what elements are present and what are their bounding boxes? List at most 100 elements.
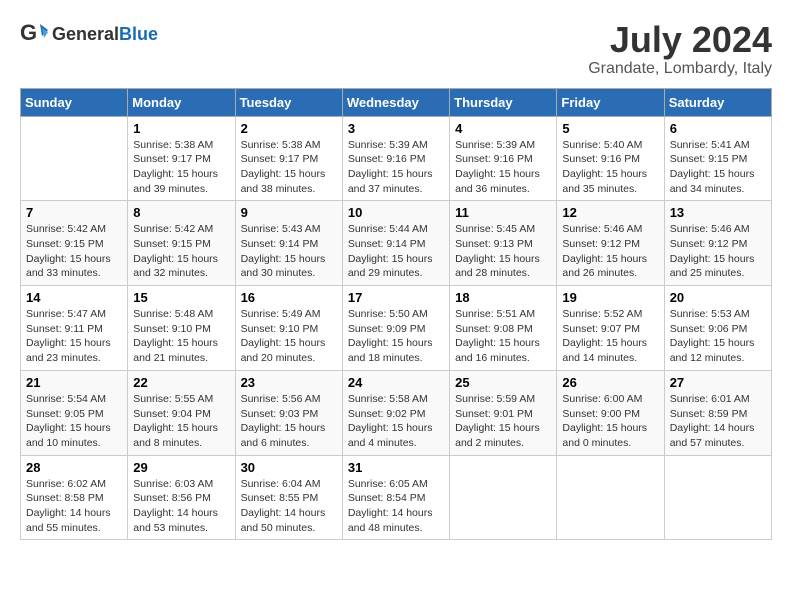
day-info: Sunrise: 5:58 AMSunset: 9:02 PMDaylight:… [348, 393, 433, 449]
calendar-header-row: SundayMondayTuesdayWednesdayThursdayFrid… [21, 88, 772, 116]
calendar-cell: 22 Sunrise: 5:55 AMSunset: 9:04 PMDaylig… [128, 370, 235, 455]
calendar-cell: 15 Sunrise: 5:48 AMSunset: 9:10 PMDaylig… [128, 286, 235, 371]
day-number: 4 [455, 121, 551, 136]
logo-icon: G [20, 20, 48, 48]
header-wednesday: Wednesday [342, 88, 449, 116]
day-number: 1 [133, 121, 229, 136]
calendar-cell: 5 Sunrise: 5:40 AMSunset: 9:16 PMDayligh… [557, 116, 664, 201]
calendar-cell: 19 Sunrise: 5:52 AMSunset: 9:07 PMDaylig… [557, 286, 664, 371]
logo-blue: Blue [119, 24, 158, 44]
day-info: Sunrise: 5:42 AMSunset: 9:15 PMDaylight:… [133, 223, 218, 279]
day-info: Sunrise: 6:02 AMSunset: 8:58 PMDaylight:… [26, 478, 111, 534]
day-number: 6 [670, 121, 766, 136]
calendar-cell [557, 455, 664, 540]
day-number: 16 [241, 290, 337, 305]
header-tuesday: Tuesday [235, 88, 342, 116]
calendar-cell: 24 Sunrise: 5:58 AMSunset: 9:02 PMDaylig… [342, 370, 449, 455]
day-info: Sunrise: 5:52 AMSunset: 9:07 PMDaylight:… [562, 308, 647, 364]
day-number: 9 [241, 205, 337, 220]
calendar-cell [450, 455, 557, 540]
calendar-cell: 28 Sunrise: 6:02 AMSunset: 8:58 PMDaylig… [21, 455, 128, 540]
svg-text:G: G [20, 20, 37, 45]
day-number: 18 [455, 290, 551, 305]
day-number: 20 [670, 290, 766, 305]
header-friday: Friday [557, 88, 664, 116]
calendar-cell: 4 Sunrise: 5:39 AMSunset: 9:16 PMDayligh… [450, 116, 557, 201]
day-info: Sunrise: 5:39 AMSunset: 9:16 PMDaylight:… [348, 139, 433, 195]
day-number: 24 [348, 375, 444, 390]
location-title: Grandate, Lombardy, Italy [588, 60, 772, 78]
day-info: Sunrise: 5:38 AMSunset: 9:17 PMDaylight:… [241, 139, 326, 195]
day-number: 25 [455, 375, 551, 390]
day-info: Sunrise: 5:55 AMSunset: 9:04 PMDaylight:… [133, 393, 218, 449]
calendar-week-4: 21 Sunrise: 5:54 AMSunset: 9:05 PMDaylig… [21, 370, 772, 455]
day-info: Sunrise: 5:44 AMSunset: 9:14 PMDaylight:… [348, 223, 433, 279]
day-number: 22 [133, 375, 229, 390]
calendar-cell: 23 Sunrise: 5:56 AMSunset: 9:03 PMDaylig… [235, 370, 342, 455]
calendar-cell: 12 Sunrise: 5:46 AMSunset: 9:12 PMDaylig… [557, 201, 664, 286]
calendar-cell: 14 Sunrise: 5:47 AMSunset: 9:11 PMDaylig… [21, 286, 128, 371]
day-info: Sunrise: 6:05 AMSunset: 8:54 PMDaylight:… [348, 478, 433, 534]
day-info: Sunrise: 5:39 AMSunset: 9:16 PMDaylight:… [455, 139, 540, 195]
day-info: Sunrise: 5:48 AMSunset: 9:10 PMDaylight:… [133, 308, 218, 364]
calendar-cell: 30 Sunrise: 6:04 AMSunset: 8:55 PMDaylig… [235, 455, 342, 540]
calendar-cell: 26 Sunrise: 6:00 AMSunset: 9:00 PMDaylig… [557, 370, 664, 455]
calendar-week-2: 7 Sunrise: 5:42 AMSunset: 9:15 PMDayligh… [21, 201, 772, 286]
day-number: 5 [562, 121, 658, 136]
calendar-cell [21, 116, 128, 201]
header-thursday: Thursday [450, 88, 557, 116]
calendar-cell: 9 Sunrise: 5:43 AMSunset: 9:14 PMDayligh… [235, 201, 342, 286]
calendar-cell: 11 Sunrise: 5:45 AMSunset: 9:13 PMDaylig… [450, 201, 557, 286]
day-info: Sunrise: 6:04 AMSunset: 8:55 PMDaylight:… [241, 478, 326, 534]
month-title: July 2024 [588, 20, 772, 60]
calendar-cell: 1 Sunrise: 5:38 AMSunset: 9:17 PMDayligh… [128, 116, 235, 201]
calendar-cell: 29 Sunrise: 6:03 AMSunset: 8:56 PMDaylig… [128, 455, 235, 540]
day-info: Sunrise: 5:38 AMSunset: 9:17 PMDaylight:… [133, 139, 218, 195]
logo: G GeneralBlue [20, 20, 158, 48]
header-monday: Monday [128, 88, 235, 116]
calendar-week-3: 14 Sunrise: 5:47 AMSunset: 9:11 PMDaylig… [21, 286, 772, 371]
calendar-cell: 3 Sunrise: 5:39 AMSunset: 9:16 PMDayligh… [342, 116, 449, 201]
day-number: 27 [670, 375, 766, 390]
day-info: Sunrise: 5:40 AMSunset: 9:16 PMDaylight:… [562, 139, 647, 195]
calendar-week-5: 28 Sunrise: 6:02 AMSunset: 8:58 PMDaylig… [21, 455, 772, 540]
calendar-table: SundayMondayTuesdayWednesdayThursdayFrid… [20, 88, 772, 541]
day-number: 23 [241, 375, 337, 390]
day-info: Sunrise: 5:50 AMSunset: 9:09 PMDaylight:… [348, 308, 433, 364]
calendar-cell: 31 Sunrise: 6:05 AMSunset: 8:54 PMDaylig… [342, 455, 449, 540]
calendar-cell: 6 Sunrise: 5:41 AMSunset: 9:15 PMDayligh… [664, 116, 771, 201]
day-number: 19 [562, 290, 658, 305]
day-number: 3 [348, 121, 444, 136]
day-info: Sunrise: 5:51 AMSunset: 9:08 PMDaylight:… [455, 308, 540, 364]
day-number: 8 [133, 205, 229, 220]
day-info: Sunrise: 5:42 AMSunset: 9:15 PMDaylight:… [26, 223, 111, 279]
day-info: Sunrise: 5:56 AMSunset: 9:03 PMDaylight:… [241, 393, 326, 449]
day-number: 29 [133, 460, 229, 475]
day-number: 21 [26, 375, 122, 390]
day-number: 26 [562, 375, 658, 390]
header: G GeneralBlue July 2024 Grandate, Lombar… [20, 20, 772, 78]
calendar-cell: 13 Sunrise: 5:46 AMSunset: 9:12 PMDaylig… [664, 201, 771, 286]
day-info: Sunrise: 5:45 AMSunset: 9:13 PMDaylight:… [455, 223, 540, 279]
calendar-cell: 2 Sunrise: 5:38 AMSunset: 9:17 PMDayligh… [235, 116, 342, 201]
calendar-cell: 16 Sunrise: 5:49 AMSunset: 9:10 PMDaylig… [235, 286, 342, 371]
day-info: Sunrise: 5:53 AMSunset: 9:06 PMDaylight:… [670, 308, 755, 364]
calendar-cell: 8 Sunrise: 5:42 AMSunset: 9:15 PMDayligh… [128, 201, 235, 286]
day-info: Sunrise: 5:41 AMSunset: 9:15 PMDaylight:… [670, 139, 755, 195]
day-info: Sunrise: 5:43 AMSunset: 9:14 PMDaylight:… [241, 223, 326, 279]
day-number: 30 [241, 460, 337, 475]
day-number: 28 [26, 460, 122, 475]
day-number: 14 [26, 290, 122, 305]
day-number: 13 [670, 205, 766, 220]
calendar-cell: 18 Sunrise: 5:51 AMSunset: 9:08 PMDaylig… [450, 286, 557, 371]
logo-general: General [52, 24, 119, 44]
day-number: 12 [562, 205, 658, 220]
day-number: 15 [133, 290, 229, 305]
day-number: 11 [455, 205, 551, 220]
day-info: Sunrise: 5:49 AMSunset: 9:10 PMDaylight:… [241, 308, 326, 364]
day-number: 10 [348, 205, 444, 220]
calendar-cell: 17 Sunrise: 5:50 AMSunset: 9:09 PMDaylig… [342, 286, 449, 371]
day-number: 7 [26, 205, 122, 220]
calendar-cell: 21 Sunrise: 5:54 AMSunset: 9:05 PMDaylig… [21, 370, 128, 455]
calendar-cell [664, 455, 771, 540]
